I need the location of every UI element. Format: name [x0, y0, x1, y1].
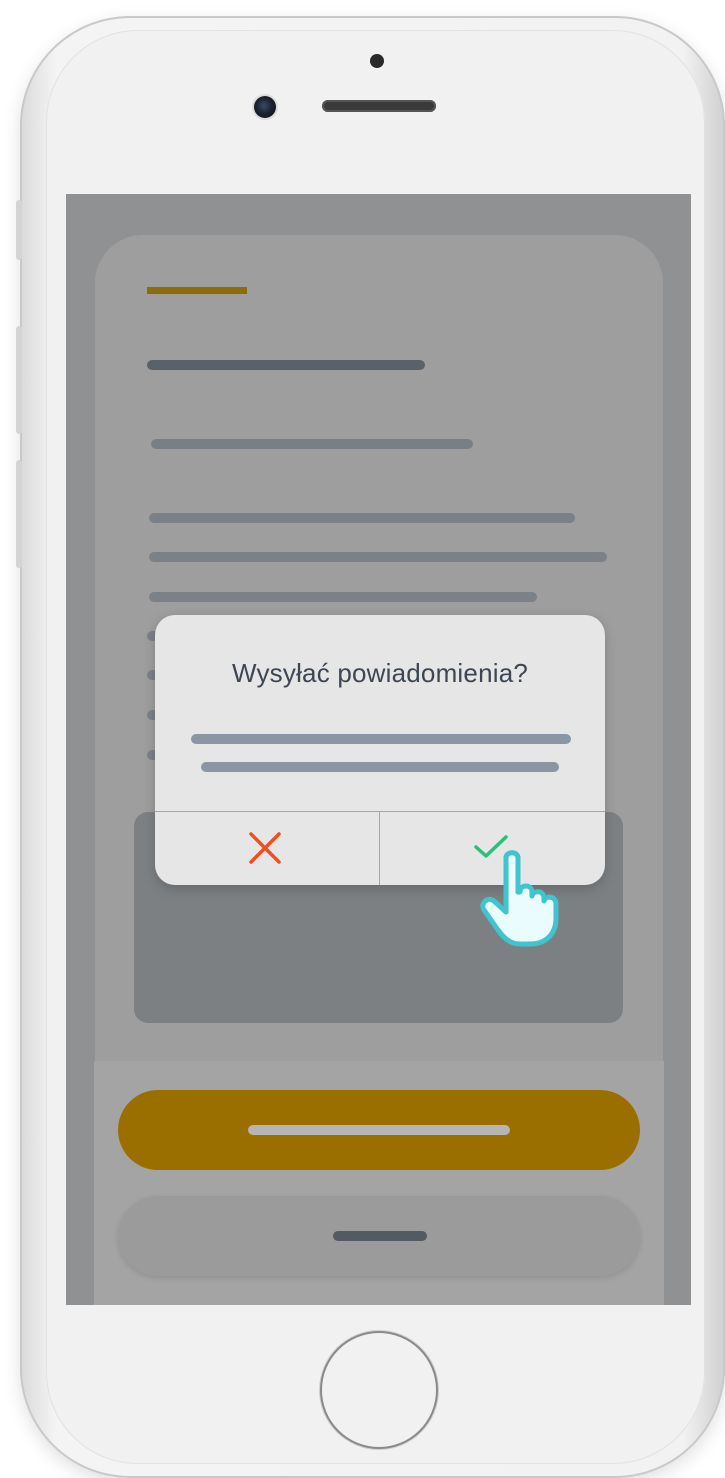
- accent-line: [147, 287, 247, 294]
- close-icon: [249, 832, 281, 864]
- notification-permission-dialog: Wysyłać powiadomienia?: [155, 615, 605, 885]
- heading-placeholder: [147, 360, 425, 370]
- text-placeholder-line: [149, 592, 537, 602]
- front-camera: [254, 96, 276, 118]
- volume-up-button: [16, 326, 22, 434]
- volume-down-button: [16, 460, 22, 568]
- dialog-title: Wysyłać powiadomienia?: [231, 658, 529, 688]
- hand-pointer-icon: [480, 850, 559, 947]
- proximity-sensor: [370, 54, 384, 68]
- primary-button[interactable]: [118, 1090, 640, 1170]
- deny-button[interactable]: [155, 812, 379, 885]
- subheading-placeholder: [151, 439, 473, 449]
- secondary-button-label-placeholder: [333, 1231, 427, 1241]
- text-placeholder-line: [149, 552, 607, 562]
- secondary-button[interactable]: [118, 1196, 640, 1276]
- dialog-text-placeholder: [191, 734, 571, 744]
- primary-button-label-placeholder: [248, 1125, 510, 1135]
- home-button[interactable]: [322, 1333, 436, 1447]
- mute-switch: [16, 200, 22, 260]
- text-placeholder-line: [149, 513, 575, 523]
- earpiece-speaker: [322, 100, 436, 112]
- dialog-text-placeholder: [201, 762, 559, 772]
